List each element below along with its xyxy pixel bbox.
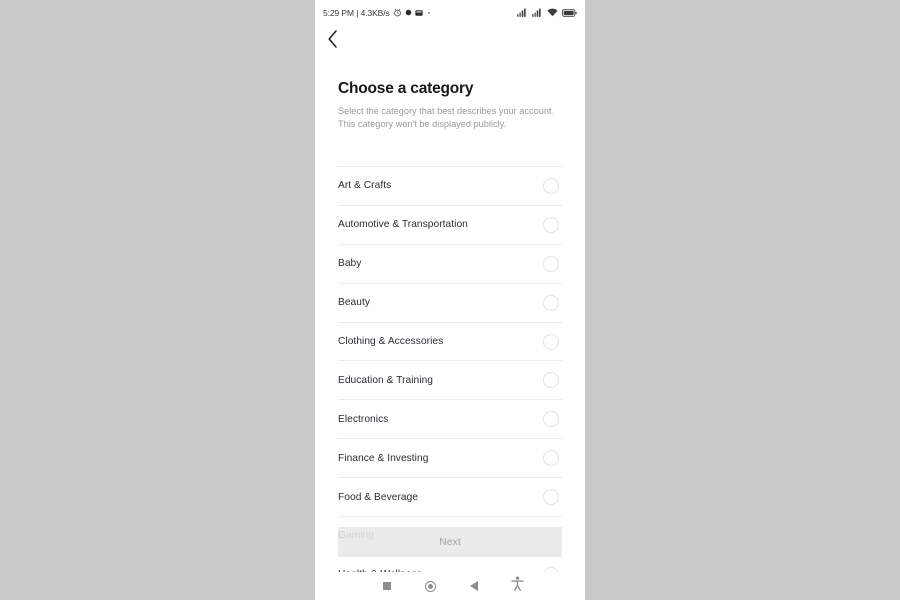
category-row[interactable]: Finance & Investing xyxy=(338,439,562,479)
recents-square-icon xyxy=(382,582,391,590)
alarm-icon xyxy=(393,8,402,17)
category-radio-icon[interactable] xyxy=(543,255,559,272)
screenshot-canvas: 5:29 PM | 4.3KB/s Choose a category Sele… xyxy=(0,0,900,600)
category-label: Automotive & Transportation xyxy=(338,219,468,231)
category-label: Finance & Investing xyxy=(338,452,429,464)
category-row[interactable]: Electronics xyxy=(338,400,562,440)
record-dot-icon xyxy=(405,9,412,16)
category-radio-icon[interactable] xyxy=(543,333,559,350)
category-label: Baby xyxy=(338,258,362,270)
category-label: Art & Crafts xyxy=(338,180,392,192)
recents-button[interactable] xyxy=(374,575,400,597)
category-label: Education & Training xyxy=(338,374,434,386)
app-badge-icon xyxy=(415,9,423,17)
category-row[interactable]: Baby xyxy=(338,245,562,284)
back-button[interactable] xyxy=(320,28,346,54)
category-row[interactable]: Education & Training xyxy=(338,361,562,401)
next-button-label: Next xyxy=(439,536,461,548)
category-label: Beauty xyxy=(338,297,371,309)
phone-screen: 5:29 PM | 4.3KB/s Choose a category Sele… xyxy=(315,0,585,600)
small-dot-icon xyxy=(427,11,430,14)
back-triangle-icon xyxy=(469,581,478,591)
category-label: Electronics xyxy=(338,413,389,425)
category-row[interactable]: Art & Crafts xyxy=(338,166,562,206)
category-radio-icon[interactable] xyxy=(543,294,559,311)
wifi-icon xyxy=(547,8,558,17)
chevron-left-icon xyxy=(326,29,340,54)
signal-sim2-icon xyxy=(532,8,543,17)
page-subtitle: Select the category that best describes … xyxy=(338,106,555,130)
android-nav-bar xyxy=(315,572,585,600)
category-radio-icon[interactable] xyxy=(543,489,559,506)
status-clock-and-speed: 5:29 PM | 4.3KB/s xyxy=(323,7,390,18)
category-row[interactable]: Automotive & Transportation xyxy=(338,206,562,245)
category-radio-icon[interactable] xyxy=(543,411,559,428)
header-block: Choose a category Select the category th… xyxy=(338,80,570,131)
signal-sim1-icon xyxy=(517,8,528,17)
page-title: Choose a category xyxy=(338,80,474,97)
category-label: Food & Beverage xyxy=(338,491,419,503)
category-radio-icon[interactable] xyxy=(543,372,559,389)
back-nav-button[interactable] xyxy=(461,575,487,597)
accessibility-button[interactable] xyxy=(504,575,530,597)
category-row[interactable]: Food & Beverage xyxy=(338,478,562,518)
category-label: Clothing & Accessories xyxy=(338,336,444,347)
category-row[interactable]: Clothing & Accessories xyxy=(338,323,562,362)
category-row[interactable]: Beauty xyxy=(338,284,562,323)
accessibility-icon xyxy=(511,576,524,596)
status-bar: 5:29 PM | 4.3KB/s xyxy=(315,0,585,25)
category-radio-icon[interactable] xyxy=(543,450,559,467)
status-bar-left: 5:29 PM | 4.3KB/s xyxy=(323,8,430,18)
home-circle-icon xyxy=(424,580,436,592)
category-radio-icon[interactable] xyxy=(543,216,559,233)
next-button[interactable]: Next xyxy=(338,527,562,557)
battery-icon xyxy=(562,8,577,17)
home-button[interactable] xyxy=(417,575,443,597)
category-radio-icon[interactable] xyxy=(543,177,559,194)
status-bar-right xyxy=(517,8,577,17)
